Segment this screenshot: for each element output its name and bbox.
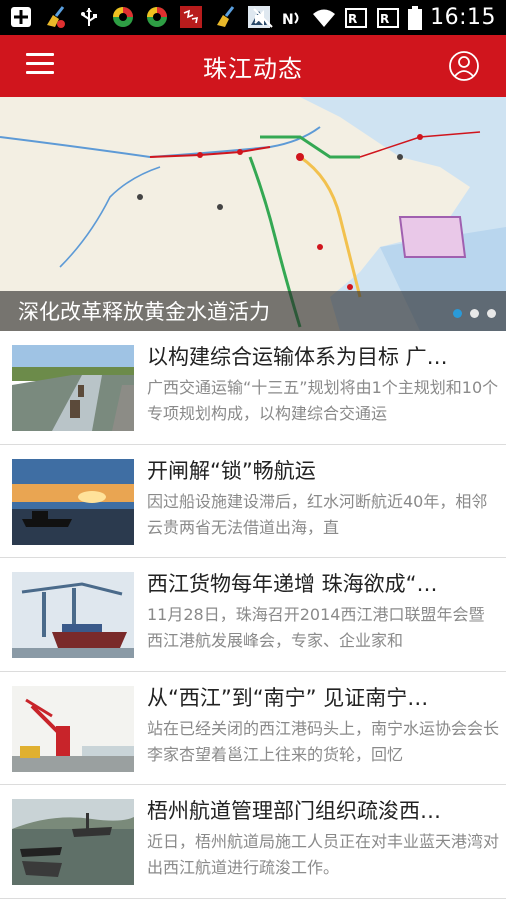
news-thumbnail	[12, 458, 134, 545]
banner-caption-bar: 深化改革释放黄金水道活力	[0, 291, 506, 331]
nfc-icon: N	[282, 12, 299, 28]
news-title: 从“西江”到“南宁” 见证南宁…	[147, 685, 429, 710]
carousel-dot[interactable]	[470, 309, 479, 318]
sim1-icon: R	[345, 7, 368, 28]
notification-icons	[8, 4, 272, 30]
news-item[interactable]: 从“西江”到“南宁” 见证南宁… 站在已经关闭的西江港码头上，南宁水运协会会长李…	[0, 671, 506, 785]
system-icons: N R R 16:15	[252, 0, 496, 35]
sim2-icon: R	[377, 7, 400, 28]
status-bar: N R R 16:15	[0, 0, 506, 35]
carousel-dot[interactable]	[453, 309, 462, 318]
svg-text:N: N	[282, 12, 294, 28]
news-thumbnail	[12, 685, 134, 772]
clock: 16:15	[430, 5, 496, 30]
banner-caption: 深化改革释放黄金水道活力	[18, 300, 270, 324]
news-summary: 因过船设施建设滞后，红水河断航近40年，相邻云贵两省无法借道出海，直	[147, 491, 488, 537]
usb-icon	[76, 4, 102, 30]
carousel-indicator	[453, 309, 496, 318]
news-item[interactable]: 西江货物每年递增 珠海欲成“… 11月28日，珠海召开2014西江港口联盟年会暨…	[0, 558, 506, 672]
news-title: 西江货物每年递增 珠海欲成“…	[147, 572, 438, 596]
news-summary: 近日，梧州航道局施工人员正在对丰业蓝天港湾对出西江航道进行疏浚工作。	[147, 832, 499, 877]
broom-icon	[212, 4, 238, 30]
wifi-icon	[313, 9, 336, 27]
news-title: 以构建综合运输体系为目标 广…	[147, 345, 448, 369]
page-title: 珠江动态	[203, 55, 303, 83]
news-summary: 站在已经关闭的西江港码头上，南宁水运协会会长李家杏望着邕江上往来的货轮，回忆	[147, 718, 499, 764]
news-summary: 11月28日，珠海召开2014西江港口联盟年会暨西江港航发展峰会，专家、企业家和	[147, 605, 485, 650]
news-thumbnail	[12, 345, 134, 431]
svg-text:R: R	[380, 12, 389, 26]
broom-icon	[42, 4, 68, 30]
carousel-dot[interactable]	[487, 309, 496, 318]
news-item[interactable]: 梧州航道管理部门组织疏浚西… 近日，梧州航道局施工人员正在对丰业蓝天港湾对出西江…	[0, 785, 506, 899]
news-list: 以构建综合运输体系为目标 广… 广西交通运输“十三五”规划将由1个主规划和10个…	[0, 331, 506, 899]
add-icon	[8, 4, 34, 30]
mute-icon	[253, 7, 273, 28]
news-item[interactable]: 开闸解“锁”畅航运 因过船设施建设滞后，红水河断航近40年，相邻云贵两省无法借道…	[0, 444, 506, 558]
svg-text:R: R	[348, 12, 357, 26]
sync-icon	[144, 4, 170, 30]
user-button[interactable]	[448, 50, 480, 82]
news-title: 开闸解“锁”畅航运	[147, 458, 316, 483]
battery-icon	[408, 5, 423, 30]
banner-carousel[interactable]: 深化改革释放黄金水道活力	[0, 97, 506, 331]
news-summary: 广西交通运输“十三五”规划将由1个主规划和10个专项规划构成，以构建综合交通运	[147, 378, 499, 423]
news-item[interactable]: 以构建综合运输体系为目标 广… 广西交通运输“十三五”规划将由1个主规划和10个…	[0, 331, 506, 445]
news-thumbnail	[12, 799, 134, 885]
sync-icon	[110, 4, 136, 30]
news-thumbnail	[12, 572, 134, 658]
app-bar: 珠江动态	[0, 35, 506, 97]
app-icon	[178, 4, 204, 30]
news-title: 梧州航道管理部门组织疏浚西…	[147, 799, 441, 823]
user-icon	[449, 51, 479, 81]
